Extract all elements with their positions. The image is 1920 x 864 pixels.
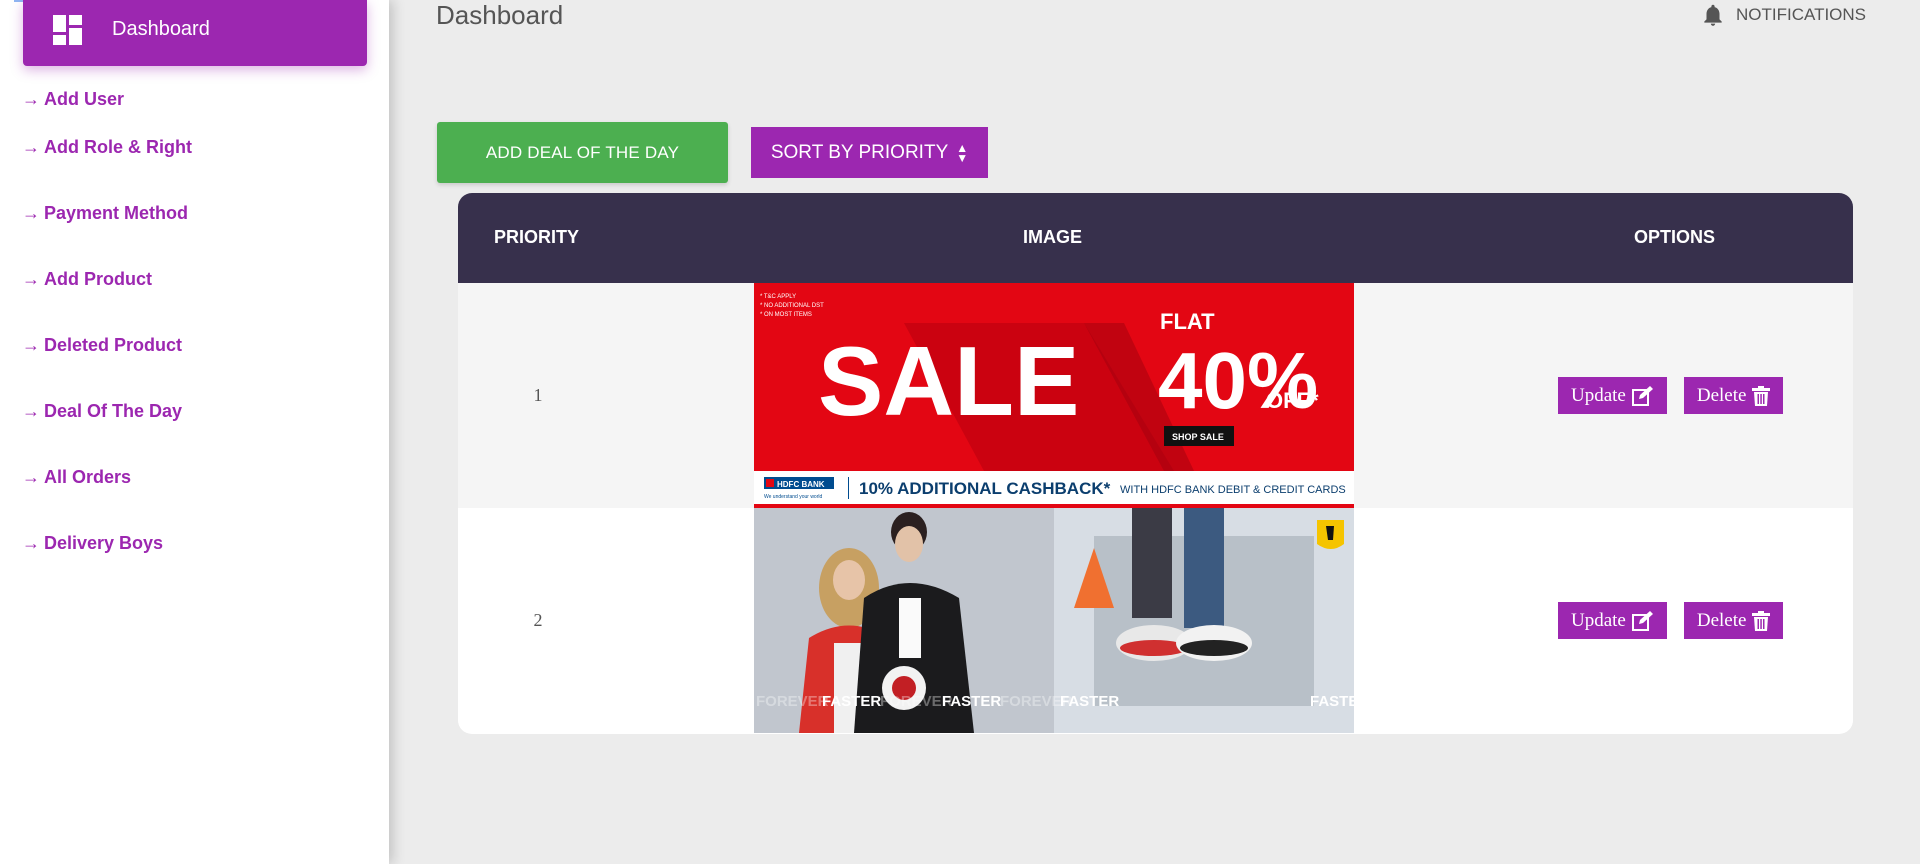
tc-line: * T&C APPLY [760,294,796,300]
strip-text: FOREVER [756,693,829,710]
tc-line: * ON MOST ITEMS [760,312,812,318]
sidebar-item-deleted-product[interactable]: → Deleted Product [0,312,389,378]
update-label: Update [1571,384,1626,406]
priority-cell: 2 [533,610,543,630]
sidebar-item-add-user[interactable]: → Add User [0,84,389,114]
shop-sale-label: SHOP SALE [1172,432,1224,442]
column-header-image: IMAGE [1023,227,1083,247]
deals-table: PRIORITY IMAGE OPTIONS 1 * T&C APPLY * N… [458,193,1853,734]
sidebar-item-label: Add Role & Right [44,136,192,157]
cashback-detail: WITH HDFC BANK DEBIT & CREDIT CARDS [1120,484,1346,496]
strip-text: FASTER [822,693,881,710]
delete-label: Delete [1696,384,1747,406]
sale-banner-graphic: * T&C APPLY * NO ADDITIONAL DST * ON MOS… [754,283,1354,508]
bell-icon [1704,4,1722,26]
update-button[interactable]: Update [1558,377,1667,414]
arrow-right-icon: → [22,532,40,553]
update-label: Update [1571,609,1626,631]
sidebar-item-label: Payment Method [44,202,189,223]
tc-line: * NO ADDITIONAL DST [760,303,824,309]
delete-button[interactable]: Delete [1683,377,1784,414]
sidebar-item-all-orders[interactable]: → All Orders [0,444,389,510]
strip-text: FASTER [942,693,1001,710]
table-row: 1 * T&C APPLY * NO ADDITIONAL DST * ON M… [458,283,1853,508]
column-header-options: OPTIONS [1634,227,1716,247]
edit-icon [1631,385,1653,406]
sidebar-item-payment-method[interactable]: → Payment Method [0,180,389,246]
notifications-button[interactable]: NOTIFICATIONS [1700,2,1866,28]
sale-headline: SALE [818,326,1079,436]
sidebar-item-add-role-right[interactable]: → Add Role & Right [0,114,389,180]
sidebar-item-label: Delivery Boys [44,532,164,553]
sidebar: Dashboard → Add User → Add Role & Right → P… [0,0,389,864]
trash-icon [1752,610,1771,631]
flat-label: FLAT [1160,309,1215,334]
strip-text: FASTER [1310,693,1354,710]
arrow-right-icon: → [22,268,40,289]
sidebar-item-delivery-boys[interactable]: → Delivery Boys [0,510,389,576]
sidebar-item-label: Deal Of The Day [44,400,183,421]
sidebar-item-label: Add User [44,88,125,109]
trash-icon [1752,385,1771,406]
sidebar-item-label: All Orders [44,466,132,487]
delete-label: Delete [1696,609,1747,631]
arrow-right-icon: → [22,466,40,487]
column-header-priority: PRIORITY [494,227,580,247]
sidebar-item-label: Add Product [44,268,152,289]
row-actions: Update Delete [1558,377,1784,414]
edit-icon [1631,610,1653,631]
arrow-right-icon: → [22,334,40,355]
sidebar-item-label: Deleted Product [44,334,183,355]
sidebar-item-deal-of-the-day[interactable]: → Deal Of The Day [0,378,389,444]
arrow-right-icon: → [22,136,40,157]
arrow-right-icon: → [22,202,40,223]
bank-tagline: We understand your world [764,494,822,500]
off-label: OFF* [1266,388,1319,413]
sidebar-nav: → Add User → Add Role & Right → Payment Met… [0,84,389,576]
update-button[interactable]: Update [1558,602,1667,639]
delete-button[interactable]: Delete [1683,602,1784,639]
sidebar-item-add-product[interactable]: → Add Product [0,246,389,312]
arrow-right-icon: → [22,88,40,109]
deal-banner-image: FOREVER FASTER FOREVER FASTER FOREVER FA… [754,508,1354,733]
add-deal-of-the-day-button[interactable]: ADD DEAL OF THE DAY [437,122,728,183]
row-actions: Update Delete [1558,602,1784,639]
sort-label: SORT BY PRIORITY [770,141,949,163]
table-header: PRIORITY IMAGE OPTIONS [458,193,1853,283]
strip-text: FASTER [1060,693,1119,710]
sort-by-priority-button[interactable]: SORT BY PRIORITY ▲ ▼ [751,127,988,178]
notifications-label: NOTIFICATIONS [1736,5,1867,24]
sidebar-dashboard-button[interactable]: Dashboard [23,0,367,66]
sort-icon: ▲ ▼ [956,140,969,165]
fashion-banner-graphic: FOREVER FASTER FOREVER FASTER FOREVER FA… [754,508,1354,733]
deal-banner-image: * T&C APPLY * NO ADDITIONAL DST * ON MOS… [754,283,1354,508]
table-row: 2 FOREVER FASTER FOREVER FASTER FOREVER … [458,508,1853,733]
dashboard-icon [53,15,83,45]
sidebar-dashboard-label: Dashboard [112,18,210,40]
bank-name: HDFC BANK [777,480,825,489]
cashback-text: 10% ADDITIONAL CASHBACK* [859,479,1111,498]
priority-cell: 1 [533,385,543,405]
page-title: Dashboard [436,0,564,30]
arrow-right-icon: → [22,400,40,421]
